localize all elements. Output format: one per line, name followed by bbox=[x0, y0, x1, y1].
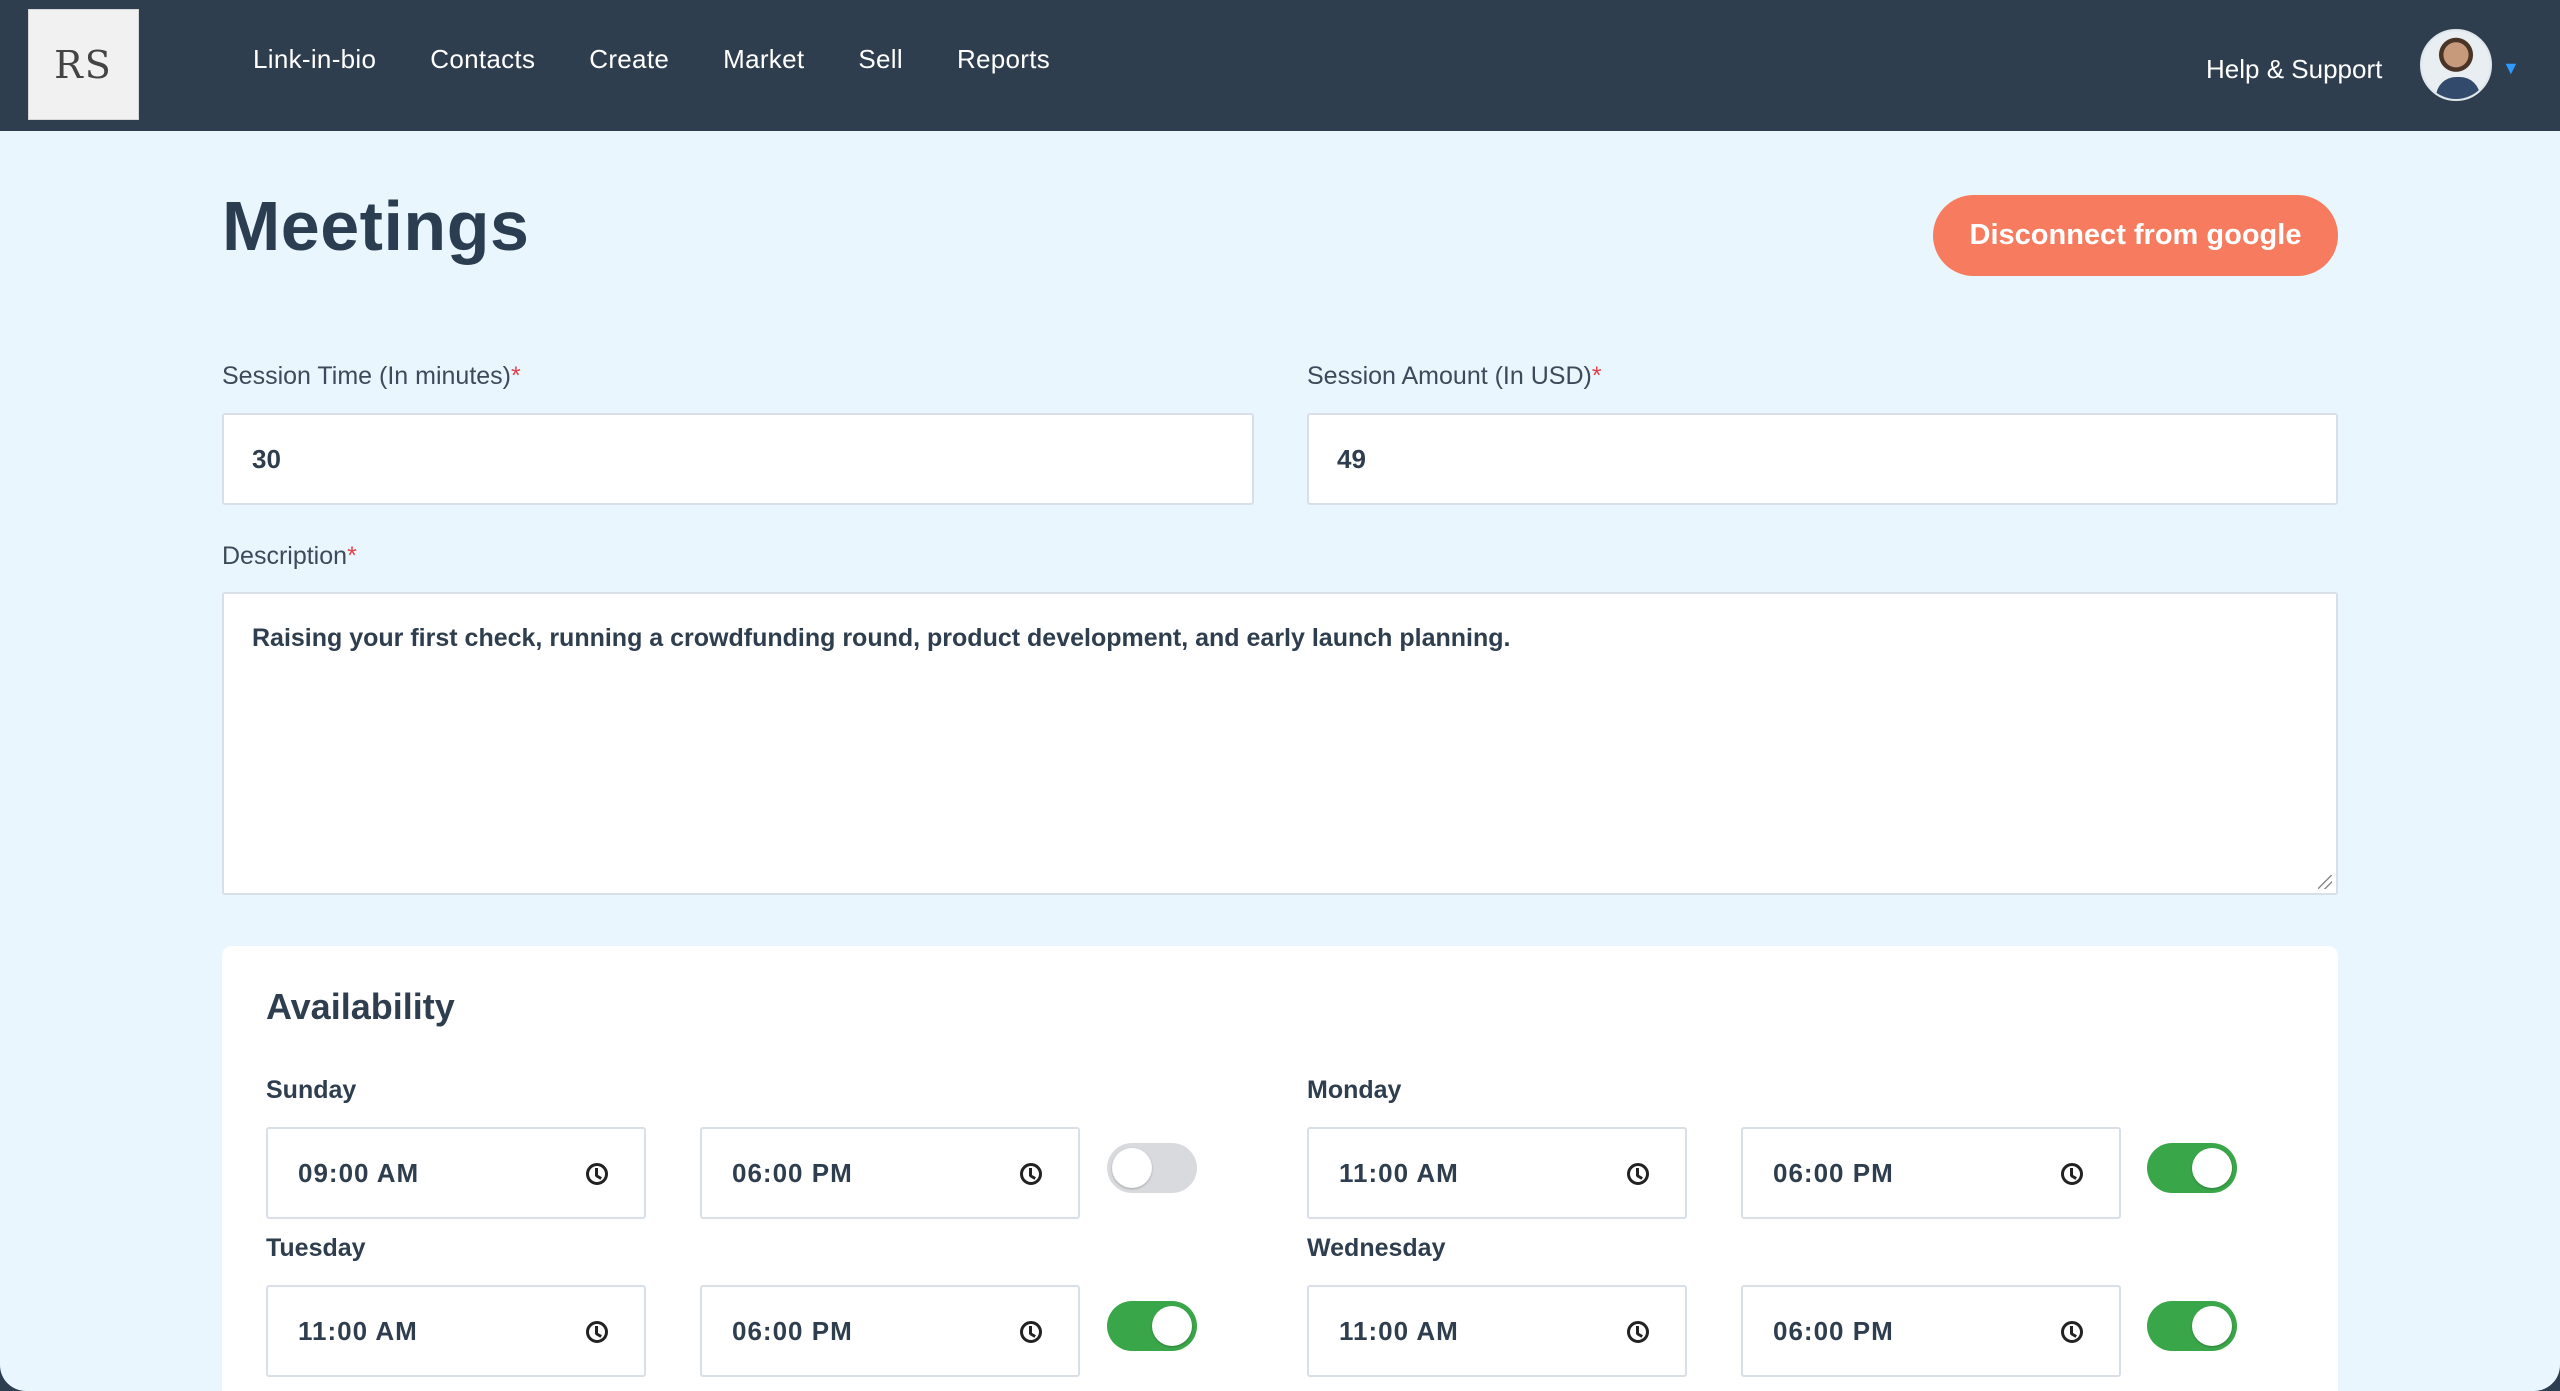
brand-logo[interactable]: RS bbox=[28, 9, 139, 120]
nav-item-market[interactable]: Market bbox=[723, 44, 804, 75]
toggle-knob bbox=[2192, 1148, 2232, 1188]
session-amount-label: Session Amount (In USD)* bbox=[1307, 362, 1602, 391]
sunday-availability-toggle[interactable] bbox=[1107, 1143, 1197, 1193]
session-amount-value: 49 bbox=[1337, 443, 1366, 474]
meetings-page: Meetings Disconnect from google Session … bbox=[0, 131, 2560, 1391]
brand-logo-text: RS bbox=[54, 42, 113, 87]
help-support-link[interactable]: Help & Support bbox=[2206, 54, 2382, 85]
time-value: 06:00 PM bbox=[1773, 1157, 1894, 1188]
day-label-monday: Monday bbox=[1307, 1076, 1402, 1104]
toggle-knob bbox=[2192, 1306, 2232, 1346]
nav-item-sell[interactable]: Sell bbox=[858, 44, 903, 75]
wednesday-availability-toggle[interactable] bbox=[2147, 1301, 2237, 1351]
required-marker: * bbox=[1591, 362, 1602, 390]
session-amount-input[interactable]: 49 bbox=[1307, 413, 2338, 505]
session-time-value: 30 bbox=[252, 443, 281, 474]
sunday-start-time-input[interactable]: 09:00 AM bbox=[266, 1127, 646, 1219]
toggle-knob bbox=[1152, 1306, 1192, 1346]
wednesday-end-time-input[interactable]: 06:00 PM bbox=[1741, 1285, 2121, 1377]
chevron-down-icon[interactable]: ▼ bbox=[2502, 58, 2520, 79]
nav-item-contacts[interactable]: Contacts bbox=[430, 44, 535, 75]
wednesday-start-time-input[interactable]: 11:00 AM bbox=[1307, 1285, 1687, 1377]
session-amount-label-text: Session Amount (In USD) bbox=[1307, 362, 1592, 390]
time-value: 09:00 AM bbox=[298, 1157, 420, 1188]
time-value: 11:00 AM bbox=[1339, 1157, 1459, 1188]
clock-icon[interactable] bbox=[586, 1321, 608, 1343]
time-value: 06:00 PM bbox=[732, 1315, 853, 1346]
time-value: 11:00 AM bbox=[1339, 1315, 1459, 1346]
time-value: 06:00 PM bbox=[1773, 1315, 1894, 1346]
description-textarea[interactable]: Raising your first check, running a crow… bbox=[222, 592, 2338, 895]
time-value: 11:00 AM bbox=[298, 1315, 418, 1346]
monday-start-time-input[interactable]: 11:00 AM bbox=[1307, 1127, 1687, 1219]
required-marker: * bbox=[511, 362, 521, 390]
time-value: 06:00 PM bbox=[732, 1157, 853, 1188]
sunday-end-time-input[interactable]: 06:00 PM bbox=[700, 1127, 1080, 1219]
tuesday-end-time-input[interactable]: 06:00 PM bbox=[700, 1285, 1080, 1377]
clock-icon[interactable] bbox=[2061, 1163, 2083, 1185]
session-time-label-text: Session Time (In minutes) bbox=[222, 362, 511, 390]
day-label-wednesday: Wednesday bbox=[1307, 1234, 1446, 1262]
day-label-sunday: Sunday bbox=[266, 1076, 357, 1104]
nav-item-reports[interactable]: Reports bbox=[957, 44, 1050, 75]
availability-card: Availability Sunday 09:00 AM 06:00 PM Mo… bbox=[222, 946, 2338, 1391]
required-marker: * bbox=[347, 542, 357, 570]
monday-end-time-input[interactable]: 06:00 PM bbox=[1741, 1127, 2121, 1219]
main-nav: Link-in-bio Contacts Create Market Sell … bbox=[253, 44, 1104, 75]
clock-icon[interactable] bbox=[1020, 1321, 1042, 1343]
clock-icon[interactable] bbox=[1627, 1321, 1649, 1343]
clock-icon[interactable] bbox=[1020, 1163, 1042, 1185]
user-avatar[interactable] bbox=[2420, 29, 2492, 101]
session-time-input[interactable]: 30 bbox=[222, 413, 1254, 505]
day-label-tuesday: Tuesday bbox=[266, 1234, 366, 1262]
tuesday-start-time-input[interactable]: 11:00 AM bbox=[266, 1285, 646, 1377]
top-navigation-bar: RS Link-in-bio Contacts Create Market Se… bbox=[0, 0, 2560, 131]
nav-item-link-in-bio[interactable]: Link-in-bio bbox=[253, 44, 376, 75]
disconnect-google-button[interactable]: Disconnect from google bbox=[1933, 195, 2338, 276]
session-time-label: Session Time (In minutes)* bbox=[222, 362, 521, 391]
nav-item-create[interactable]: Create bbox=[589, 44, 669, 75]
page-title: Meetings bbox=[222, 187, 530, 265]
availability-title: Availability bbox=[266, 986, 455, 1027]
clock-icon[interactable] bbox=[1627, 1163, 1649, 1185]
description-label: Description* bbox=[222, 542, 357, 571]
toggle-knob bbox=[1112, 1148, 1152, 1188]
resize-handle-icon[interactable] bbox=[2318, 875, 2332, 889]
description-label-text: Description bbox=[222, 542, 348, 570]
monday-availability-toggle[interactable] bbox=[2147, 1143, 2237, 1193]
clock-icon[interactable] bbox=[2061, 1321, 2083, 1343]
tuesday-availability-toggle[interactable] bbox=[1107, 1301, 1197, 1351]
clock-icon[interactable] bbox=[586, 1163, 608, 1185]
description-value: Raising your first check, running a crow… bbox=[252, 624, 1511, 652]
